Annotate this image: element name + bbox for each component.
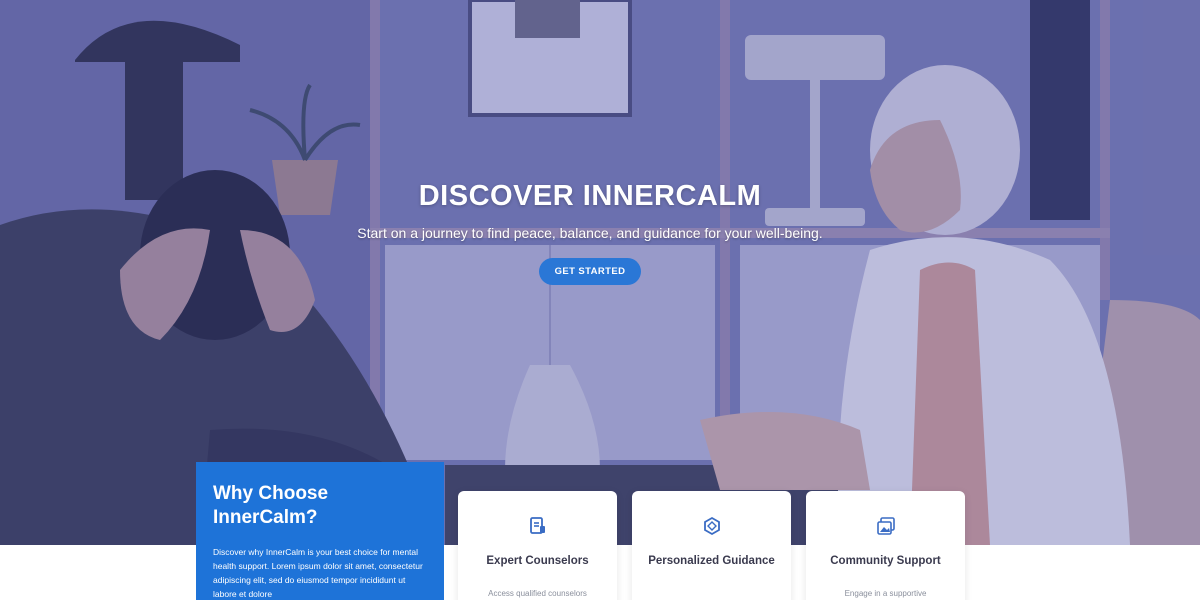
gallery-icon (806, 516, 965, 536)
feature-description: Engage in a supportive (844, 589, 927, 598)
hero-title: DISCOVER INNERCALM (418, 180, 762, 212)
feature-card-personalized-guidance[interactable]: Personalized Guidance (632, 491, 791, 600)
feature-card-community-support[interactable]: Community Support Engage in a supportive (806, 491, 965, 600)
feature-title: Community Support (830, 555, 941, 567)
feature-description: Access qualified counselors (488, 589, 587, 598)
feature-card-expert-counselors[interactable]: Expert Counselors Access qualified couns… (458, 491, 617, 600)
why-choose-panel: Why Choose InnerCalm? Discover why Inner… (196, 462, 444, 600)
hero-section: DISCOVER INNERCALM Start on a journey to… (0, 0, 1200, 545)
document-icon (458, 516, 617, 536)
feature-title: Expert Counselors (486, 555, 589, 567)
why-choose-title: Why Choose InnerCalm? (213, 483, 329, 528)
why-choose-text: Discover why InnerCalm is your best choi… (213, 547, 423, 599)
hexagon-icon (632, 516, 791, 536)
get-started-button[interactable]: GET STARTED (539, 258, 641, 285)
hero-content: DISCOVER INNERCALM Start on a journey to… (0, 180, 1200, 285)
feature-title: Personalized Guidance (648, 555, 775, 567)
hero-subtitle: Start on a journey to find peace, balanc… (357, 225, 823, 241)
